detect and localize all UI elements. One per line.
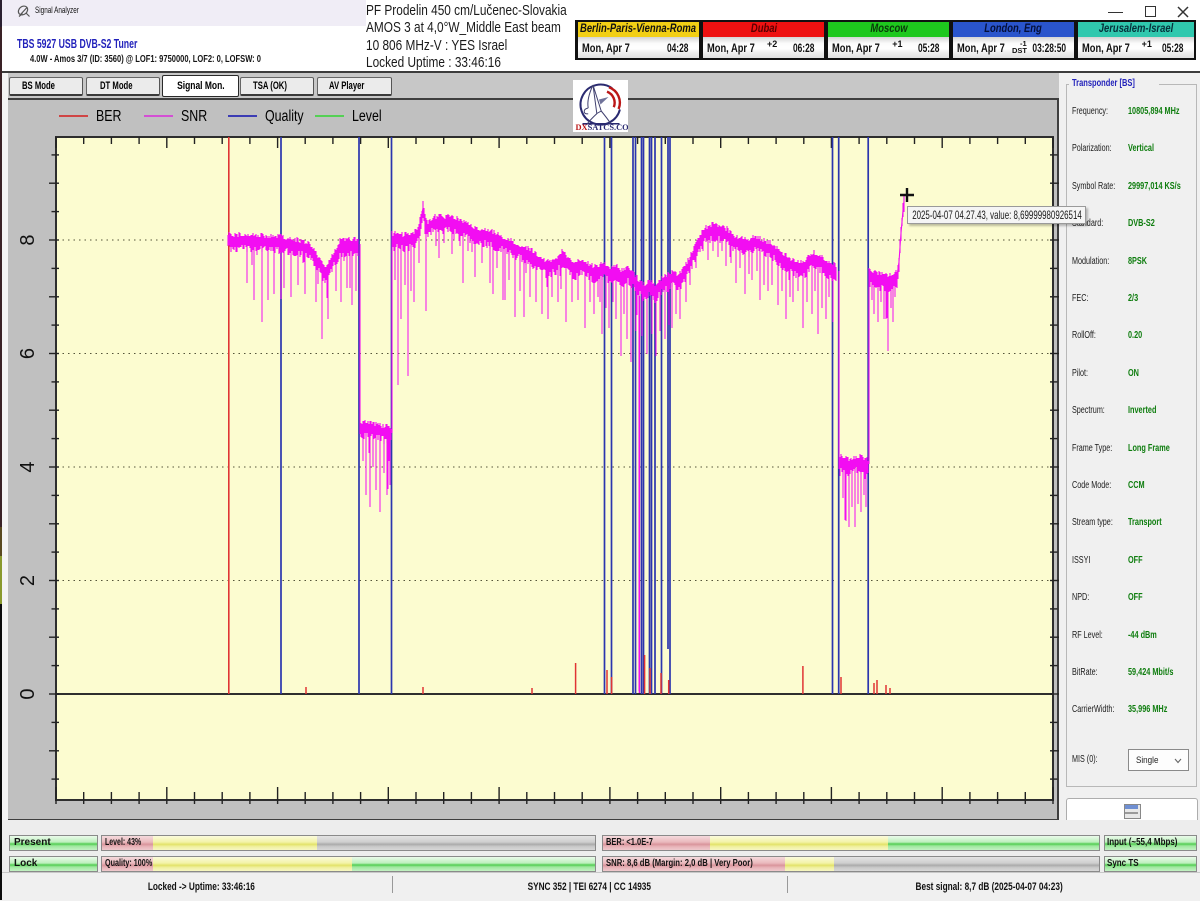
svg-text:8: 8 (17, 234, 39, 245)
svg-text:4: 4 (17, 461, 39, 472)
svg-text:0: 0 (17, 688, 39, 699)
svg-text:6: 6 (17, 348, 39, 359)
svg-text:DXSATCS.COM: DXSATCS.COM (576, 123, 629, 132)
svg-text:2: 2 (17, 575, 39, 586)
